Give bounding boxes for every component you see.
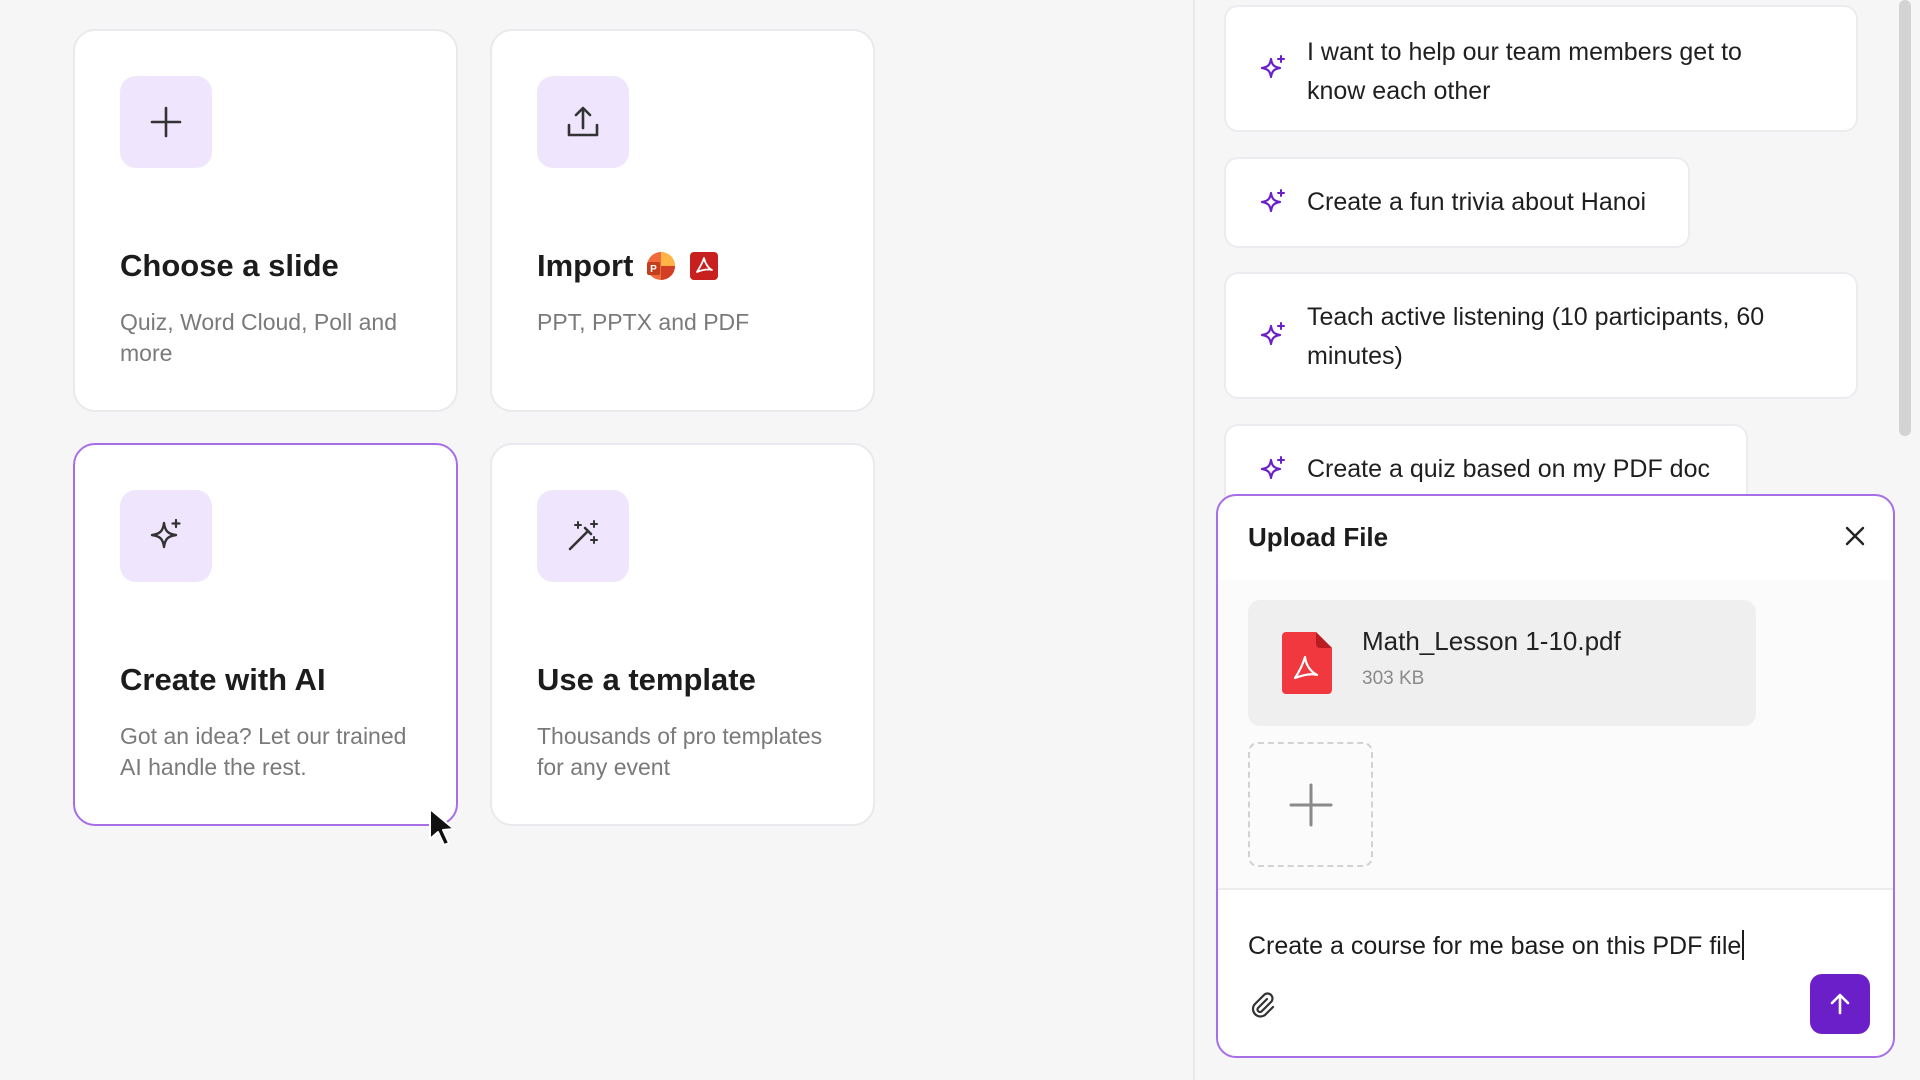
suggestion-item[interactable]: Teach active listening (10 participants,… [1224, 272, 1858, 399]
card-title: Create with AI [120, 662, 326, 697]
mouse-cursor-icon [429, 808, 455, 846]
card-description: PPT, PPTX and PDF [537, 309, 750, 335]
magic-wand-icon [537, 490, 629, 582]
close-button[interactable] [1839, 520, 1871, 552]
add-file-button[interactable] [1248, 742, 1373, 867]
sparkle-icon [1260, 54, 1285, 78]
pdf-icon [690, 252, 719, 280]
sparkle-icon [120, 490, 212, 582]
plus-icon [1289, 783, 1332, 826]
suggestion-item[interactable]: I want to help our team members get to k… [1224, 5, 1858, 132]
card-description: Got an idea? Let our trained AI handle t… [120, 723, 407, 780]
suggestion-text: Create a fun trivia about Hanoi [1307, 188, 1647, 216]
text-caret [1742, 930, 1745, 960]
send-button[interactable] [1810, 974, 1870, 1034]
suggestion-item[interactable]: Create a fun trivia about Hanoi [1224, 157, 1690, 248]
card-title: Use a template [537, 662, 756, 697]
file-name: Math_Lesson 1-10.pdf [1362, 626, 1621, 656]
upload-file-panel: Upload File Math_Lesson 1-10.pdf 303 KB … [1216, 494, 1895, 1058]
card-title: Import P [537, 248, 719, 284]
scrollbar[interactable] [1897, 0, 1913, 438]
create-with-ai-card[interactable]: Create with AI Got an idea? Let our trai… [73, 443, 458, 826]
file-size: 303 KB [1362, 668, 1425, 689]
prompt-text: Create a course for me base on this PDF … [1248, 932, 1742, 960]
paperclip-icon[interactable] [1248, 990, 1276, 1018]
suggestion-text: Teach active listening (10 participants,… [1307, 303, 1765, 370]
uploaded-file[interactable]: Math_Lesson 1-10.pdf 303 KB [1248, 600, 1756, 726]
upload-header: Upload File [1218, 496, 1893, 580]
suggestion-text: I want to help our team members get to k… [1307, 38, 1742, 105]
prompt-input[interactable]: Create a course for me base on this PDF … [1248, 930, 1745, 961]
close-icon [1845, 526, 1865, 546]
sparkle-icon [1260, 455, 1285, 479]
use-template-card[interactable]: Use a template Thousands of pro template… [490, 443, 875, 826]
upload-icon [537, 76, 629, 168]
upload-title: Upload File [1248, 522, 1389, 552]
upload-body: Math_Lesson 1-10.pdf 303 KB [1218, 580, 1893, 890]
plus-icon [120, 76, 212, 168]
card-description: Thousands of pro templates for any event [537, 723, 823, 780]
suggestion-text: Create a quiz based on my PDF doc [1307, 455, 1710, 483]
sparkle-icon [1260, 321, 1285, 345]
powerpoint-icon: P [647, 252, 676, 280]
card-title: Choose a slide [120, 248, 339, 283]
choose-slide-card[interactable]: Choose a slide Quiz, Word Cloud, Poll an… [73, 29, 458, 412]
scrollbar-thumb[interactable] [1899, 0, 1911, 436]
import-card[interactable]: Import P PPT, PPTX and PDF [490, 29, 875, 412]
sparkle-icon [1260, 188, 1285, 212]
import-title: Import [537, 248, 634, 283]
arrow-up-icon [1830, 993, 1850, 1015]
svg-text:P: P [651, 264, 658, 275]
card-description: Quiz, Word Cloud, Poll and more [120, 309, 397, 366]
pdf-file-icon [1282, 632, 1332, 694]
